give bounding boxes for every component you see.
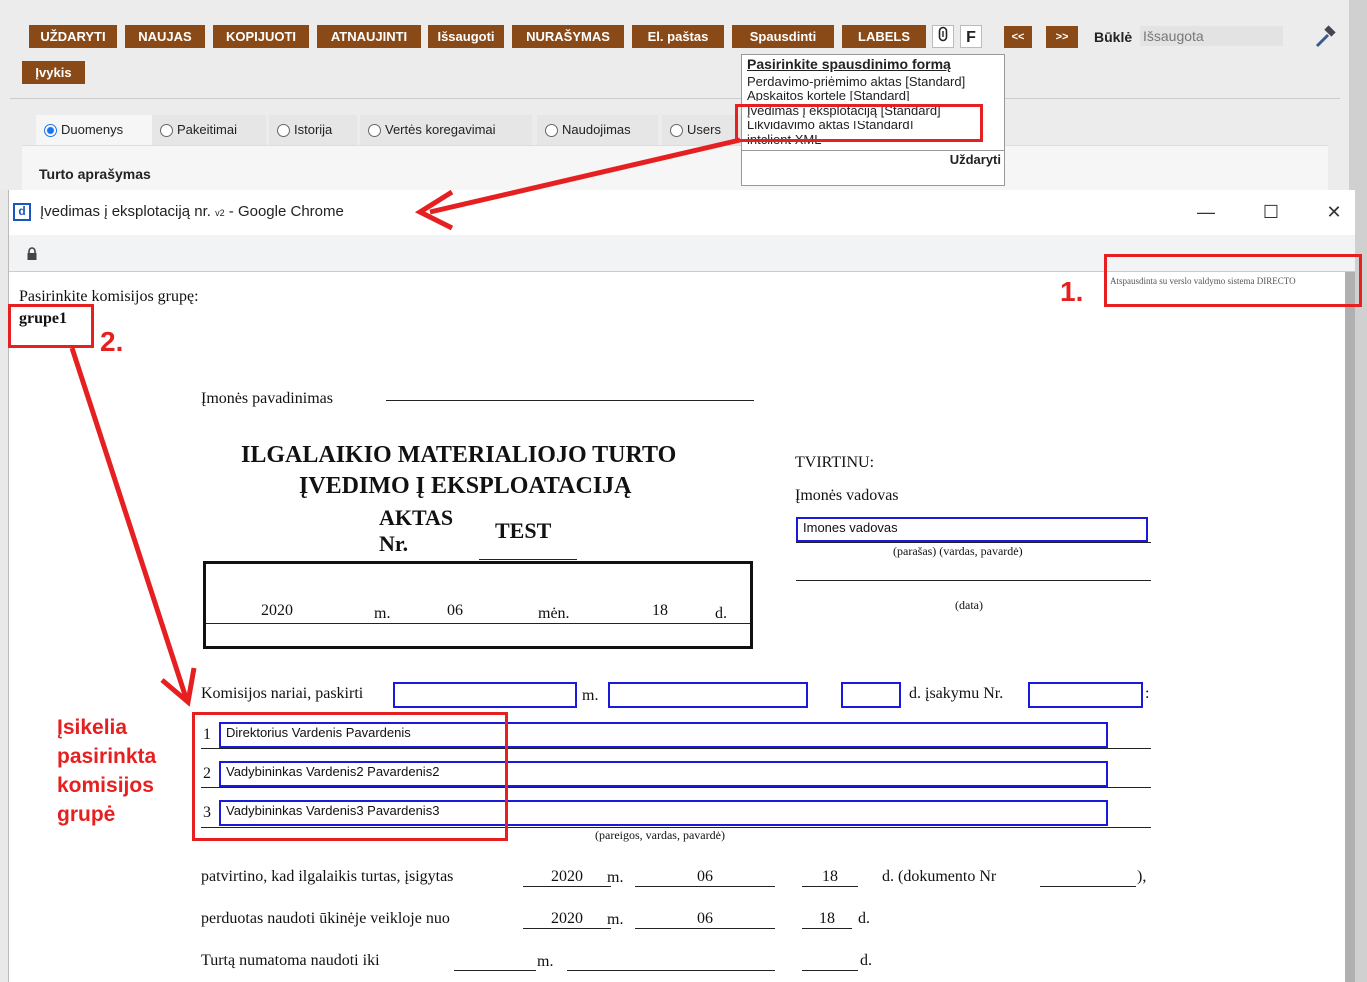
arrow-to-members	[69, 347, 189, 699]
annotation-arrows	[69, 137, 741, 707]
arrow-to-window	[429, 137, 741, 215]
